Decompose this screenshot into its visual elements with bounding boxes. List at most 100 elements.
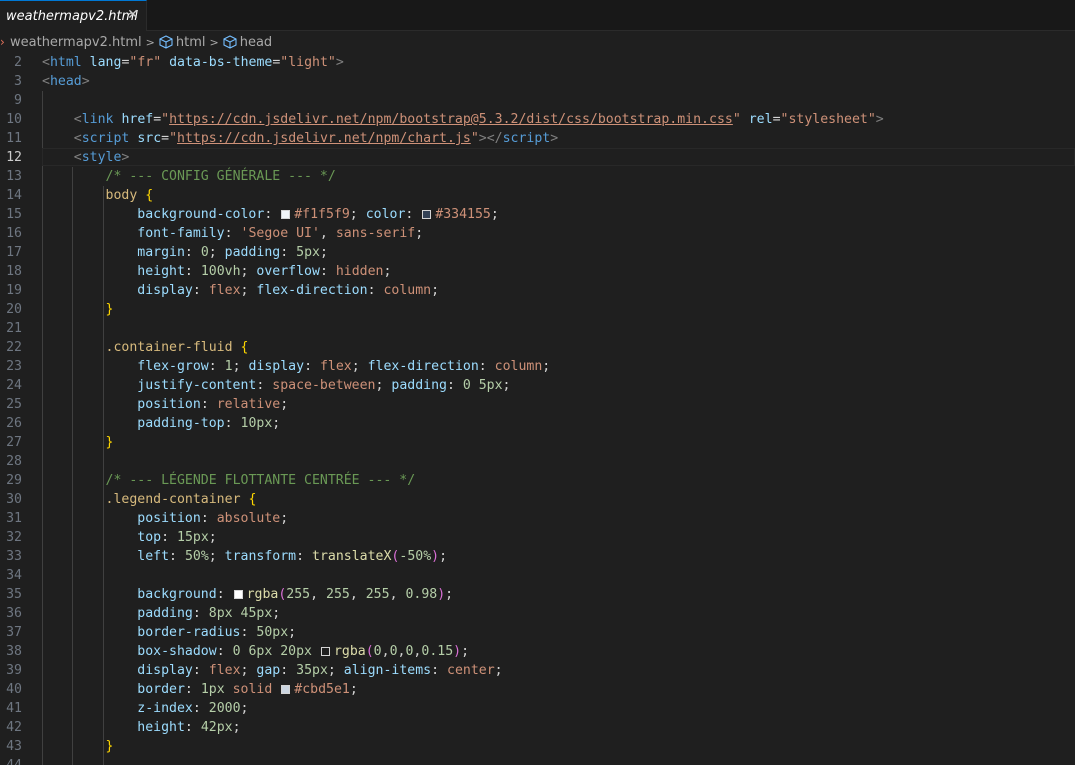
color-swatch-icon[interactable] [422, 210, 432, 219]
code-text: height: 100vh; overflow: hidden; [137, 264, 392, 279]
code-line[interactable]: 42 height: 42px; [0, 718, 1075, 737]
line-number: 29 [6, 473, 22, 488]
code-line[interactable]: 38 box-shadow: 0 6px 20px rgba(0,0,0,0.1… [0, 642, 1075, 661]
line-number: 17 [6, 245, 22, 260]
code-line[interactable]: 18 height: 100vh; overflow: hidden; [0, 262, 1075, 281]
html-element-icon [159, 35, 173, 49]
line-number: 2 [14, 55, 22, 70]
code-text: .container-fluid { [105, 340, 249, 355]
code-line[interactable]: 2 <html lang="fr" data-bs-theme="light"> [0, 53, 1075, 72]
code-text: <head> [42, 74, 90, 89]
breadcrumb-file-label: weathermapv2.html [10, 34, 142, 50]
code-line[interactable]: 33 left: 50%; transform: translateX(-50%… [0, 547, 1075, 566]
code-line[interactable]: 20 } [0, 300, 1075, 319]
code-line[interactable]: 11 <script src="https://cdn.jsdelivr.net… [0, 129, 1075, 148]
code-line[interactable]: 31 position: absolute; [0, 509, 1075, 528]
code-line[interactable]: 37 border-radius: 50px; [0, 623, 1075, 642]
breadcrumb-html-label: html [175, 34, 206, 50]
code-line[interactable]: 13 /* --- CONFIG GÉNÉRALE --- */ [0, 167, 1075, 186]
code-text: <script src="https://cdn.jsdelivr.net/np… [73, 131, 559, 146]
code-text: } [105, 739, 114, 754]
code-line[interactable]: 41 z-index: 2000; [0, 699, 1075, 718]
line-number: 43 [6, 739, 22, 754]
line-number: 9 [14, 93, 22, 108]
code-line[interactable]: 44 [0, 756, 1075, 765]
line-number: 32 [6, 530, 22, 545]
line-number: 37 [6, 625, 22, 640]
code-line[interactable]: 15 background-color: #f1f5f9; color: #33… [0, 205, 1075, 224]
line-number: 12 [6, 150, 22, 165]
code-line[interactable]: 40 border: 1px solid #cbd5e1; [0, 680, 1075, 699]
line-number: 23 [6, 359, 22, 374]
code-line[interactable]: 30 .legend-container { [0, 490, 1075, 509]
color-swatch-icon[interactable] [281, 685, 291, 694]
code-text: <link href="https://cdn.jsdelivr.net/npm… [73, 112, 884, 127]
code-line[interactable]: 36 padding: 8px 45px; [0, 604, 1075, 623]
code-text: <html lang="fr" data-bs-theme="light"> [42, 55, 344, 70]
line-number: 11 [6, 131, 22, 146]
breadcrumb: › weathermapv2.html > html > head [0, 31, 1075, 53]
code-line[interactable]: 32 top: 15px; [0, 528, 1075, 547]
line-number: 21 [6, 321, 22, 336]
code-text: } [105, 435, 114, 450]
code-editor[interactable]: 2 <html lang="fr" data-bs-theme="light"> 3… [0, 53, 1075, 765]
color-swatch-icon[interactable] [281, 210, 291, 219]
line-number: 25 [6, 397, 22, 412]
code-line[interactable]: 16 font-family: 'Segoe UI', sans-serif; [0, 224, 1075, 243]
code-line[interactable]: 17 margin: 0; padding: 5px; [0, 243, 1075, 262]
code-line[interactable]: 3 <head> [0, 72, 1075, 91]
code-text: /* --- CONFIG GÉNÉRALE --- */ [105, 169, 336, 184]
line-number: 30 [6, 492, 22, 507]
code-text: .legend-container { [105, 492, 257, 507]
code-text: top: 15px; [137, 530, 217, 545]
code-line[interactable]: 25 position: relative; [0, 395, 1075, 414]
line-number: 3 [14, 74, 22, 89]
code-line[interactable]: 12 <style> [0, 148, 1075, 167]
code-line[interactable]: 27 } [0, 433, 1075, 452]
code-line[interactable]: 23 flex-grow: 1; display: flex; flex-dir… [0, 357, 1075, 376]
breadcrumb-html[interactable]: html [159, 34, 206, 50]
code-text: body { [105, 188, 154, 203]
line-number: 44 [0, 756, 22, 765]
line-number: 19 [6, 283, 22, 298]
close-icon[interactable]: ✕ [124, 6, 142, 24]
code-text: <style> [73, 150, 130, 165]
color-swatch-icon[interactable] [233, 590, 243, 599]
code-text: margin: 0; padding: 5px; [137, 245, 328, 260]
code-text: left: 50%; transform: translateX(-50%); [137, 549, 448, 564]
code-line[interactable]: 29 /* --- LÉGENDE FLOTTANTE CENTRÉE --- … [0, 471, 1075, 490]
code-line[interactable]: 43 } [0, 737, 1075, 756]
code-line[interactable]: 39 display: flex; gap: 35px; align-items… [0, 661, 1075, 680]
code-text: } [105, 302, 114, 317]
color-swatch-icon[interactable] [320, 647, 330, 656]
chevron-right-icon: > [145, 35, 155, 49]
breadcrumb-file[interactable]: weathermapv2.html [10, 35, 142, 50]
line-number: 31 [6, 511, 22, 526]
code-line[interactable]: 28 [0, 452, 1075, 471]
code-text: border: 1px solid #cbd5e1; [137, 682, 358, 697]
code-line[interactable]: 9 [0, 91, 1075, 110]
chevron-right-icon: > [209, 35, 219, 49]
code-text: background-color: #f1f5f9; color: #33415… [137, 207, 499, 222]
html-element-icon [223, 35, 237, 49]
code-line[interactable]: 10 <link href="https://cdn.jsdelivr.net/… [0, 110, 1075, 129]
code-text: position: relative; [137, 397, 289, 412]
line-number: 18 [6, 264, 22, 279]
line-number: 38 [6, 644, 22, 659]
code-line[interactable]: 19 display: flex; flex-direction: column… [0, 281, 1075, 300]
tab-weathermapv2[interactable]: weathermapv2.html ✕ [0, 0, 147, 31]
code-line[interactable]: 14 body { [0, 186, 1075, 205]
code-line[interactable]: 34 [0, 566, 1075, 585]
code-text: border-radius: 50px; [137, 625, 297, 640]
code-line[interactable]: 24 justify-content: space-between; paddi… [0, 376, 1075, 395]
line-number: 20 [6, 302, 22, 317]
line-number: 33 [6, 549, 22, 564]
code-line[interactable]: 21 [0, 319, 1075, 338]
code-line[interactable]: 35 background: rgba(255, 255, 255, 0.98)… [0, 585, 1075, 604]
code-line[interactable]: 26 padding-top: 10px; [0, 414, 1075, 433]
code-text: z-index: 2000; [137, 701, 249, 716]
breadcrumb-head[interactable]: head [223, 35, 272, 50]
code-line[interactable]: 22 .container-fluid { [0, 338, 1075, 357]
line-number: 35 [6, 587, 22, 602]
line-number: 40 [6, 682, 22, 697]
